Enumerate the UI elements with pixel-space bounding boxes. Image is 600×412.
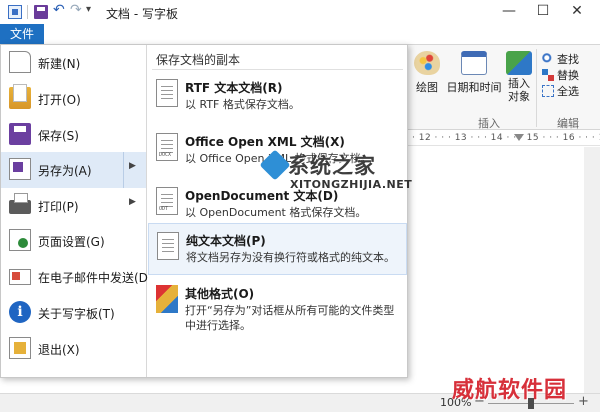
close-button[interactable]: ✕ [554,0,600,24]
save-as-other-formats-option[interactable]: 其他格式(O) 打开“另存为”对话框从所有可能的文件类型中进行选择。 [148,277,407,337]
open-folder-icon [9,84,31,109]
find-icon [542,53,554,65]
insert-object-icon [506,51,532,75]
select-all-icon [542,85,554,97]
file-menu-commands: 新建(N) 打开(O) 保存(S) 另存为(A) ▶ 打印(P) ▶ 页面设置(… [1,45,153,377]
other-formats-icon [156,285,178,313]
quick-save-icon[interactable] [34,5,48,19]
window-title: 文档 - 写字板 [106,7,178,21]
menu-item-save[interactable]: 保存(S) [1,117,146,153]
menu-item-label: 另存为(A) [38,164,92,178]
calendar-icon [461,51,487,75]
insert-group-label: 插入 [478,117,500,130]
menu-item-label: 在电子邮件中发送(D) [38,271,153,285]
submenu-header: 保存文档的副本 [156,53,241,67]
chevron-right-icon: ▶ [129,197,136,207]
save-as-icon [9,158,31,180]
ruler[interactable]: · 12 · · · 13 · · · 14 · · · 15 · · · 16… [408,132,600,146]
docx-tag: DOCX [159,152,172,158]
page-setup-icon [9,229,31,251]
menu-item-label: 退出(X) [38,343,80,357]
option-description: 以 OpenDocument 格式保存文档。 [185,206,367,219]
save-as-submenu: 保存文档的副本 RTF 文本文档(R) 以 RTF 格式保存文档。 DOCX O… [148,45,407,377]
option-title: Office Open XML 文档(X) [185,135,345,149]
option-description: 打开“另存为”对话框从所有可能的文件类型中进行选择。 [185,304,395,332]
menu-item-exit[interactable]: 退出(X) [1,331,146,367]
datetime-button[interactable]: 日期和时间 [446,51,502,95]
option-description: 以 Office Open XML 格式保存文档。 [185,152,372,165]
menu-item-label: 打开(O) [38,93,81,107]
option-title: 其他格式(O) [185,287,255,301]
chevron-right-icon: ▶ [129,161,136,171]
menu-item-save-as[interactable]: 另存为(A) ▶ [1,152,146,188]
new-document-icon [9,51,31,73]
insert-object-button[interactable]: 插入 对象 [502,51,536,103]
exit-icon [9,337,31,359]
odt-tag: ODT [159,206,169,212]
menu-item-open[interactable]: 打开(O) [1,81,146,117]
datetime-label: 日期和时间 [446,81,502,94]
paint-label: 绘图 [416,81,438,94]
undo-icon[interactable]: ↶ [53,2,65,18]
file-menu: 新建(N) 打开(O) 保存(S) 另存为(A) ▶ 打印(P) ▶ 页面设置(… [0,44,408,378]
zoom-in-button[interactable]: + [578,394,589,409]
option-title: RTF 文本文档(R) [185,81,283,95]
option-description: 以 RTF 格式保存文档。 [185,98,300,111]
odt-document-icon: ODT [156,187,178,215]
info-icon: i [9,301,31,323]
option-title: OpenDocument 文本(D) [185,189,339,203]
menu-item-page-setup[interactable]: 页面设置(G) [1,223,146,259]
save-as-plain-text-option[interactable]: 纯文本文档(P) 将文档另存为没有换行符或格式的纯文本。 [148,223,407,275]
menu-item-about[interactable]: i 关于写字板(T) [1,295,146,331]
file-tab[interactable]: 文件 [0,24,44,44]
email-icon [9,269,31,285]
save-as-docx-option[interactable]: DOCX Office Open XML 文档(X) 以 Office Open… [148,125,407,177]
wordpad-app-icon[interactable] [8,5,22,19]
ruler-scale: · 12 · · · 13 · · · 14 · · · 15 · · · 16… [412,133,600,143]
menu-item-label: 新建(N) [38,57,81,71]
replace-button[interactable]: 替换 [542,67,579,83]
title-separator [27,5,28,19]
menu-item-label: 打印(P) [38,200,79,214]
menu-item-new[interactable]: 新建(N) [1,45,146,81]
save-as-rtf-option[interactable]: RTF 文本文档(R) 以 RTF 格式保存文档。 [148,71,407,123]
insert-object-label: 插入 对象 [508,77,530,103]
printer-icon [9,193,31,214]
select-all-button[interactable]: 全选 [542,83,579,99]
option-title: 纯文本文档(P) [186,234,266,248]
menu-item-send-email[interactable]: 在电子邮件中发送(D) [1,259,153,295]
paint-button[interactable]: 绘图 [412,51,442,95]
find-label: 查找 [557,53,579,66]
ruler-indent-marker[interactable] [514,134,524,141]
customize-quick-access-icon[interactable]: ▾ [86,4,91,15]
vertical-scrollbar[interactable] [584,147,600,393]
paint-palette-icon [414,51,440,75]
menu-item-print[interactable]: 打印(P) ▶ [1,188,146,224]
select-all-label: 全选 [557,85,579,98]
edit-group-label: 编辑 [557,117,579,130]
plain-text-document-icon [157,232,179,260]
menu-item-label: 关于写字板(T) [38,307,115,321]
title-bar: ↶ ↷ ▾ 文档 - 写字板 — ☐ ✕ [0,0,600,24]
replace-icon [542,69,554,81]
ribbon-group-divider [536,49,537,127]
redo-icon[interactable]: ↷ [70,2,82,18]
corner-watermark: 威航软件园 [452,378,568,403]
replace-label: 替换 [557,69,579,82]
ribbon: 绘图 日期和时间 插入 对象 插入 查找 替换 全选 编辑 [408,44,600,130]
docx-document-icon: DOCX [156,133,178,161]
save-disk-icon [9,123,31,145]
find-button[interactable]: 查找 [542,51,579,67]
submenu-header-divider [152,69,403,70]
document-area[interactable] [408,147,600,393]
rtf-document-icon [156,79,178,107]
option-description: 将文档另存为没有换行符或格式的纯文本。 [186,251,395,264]
menu-item-label: 保存(S) [38,129,79,143]
menu-item-label: 页面设置(G) [38,235,105,249]
